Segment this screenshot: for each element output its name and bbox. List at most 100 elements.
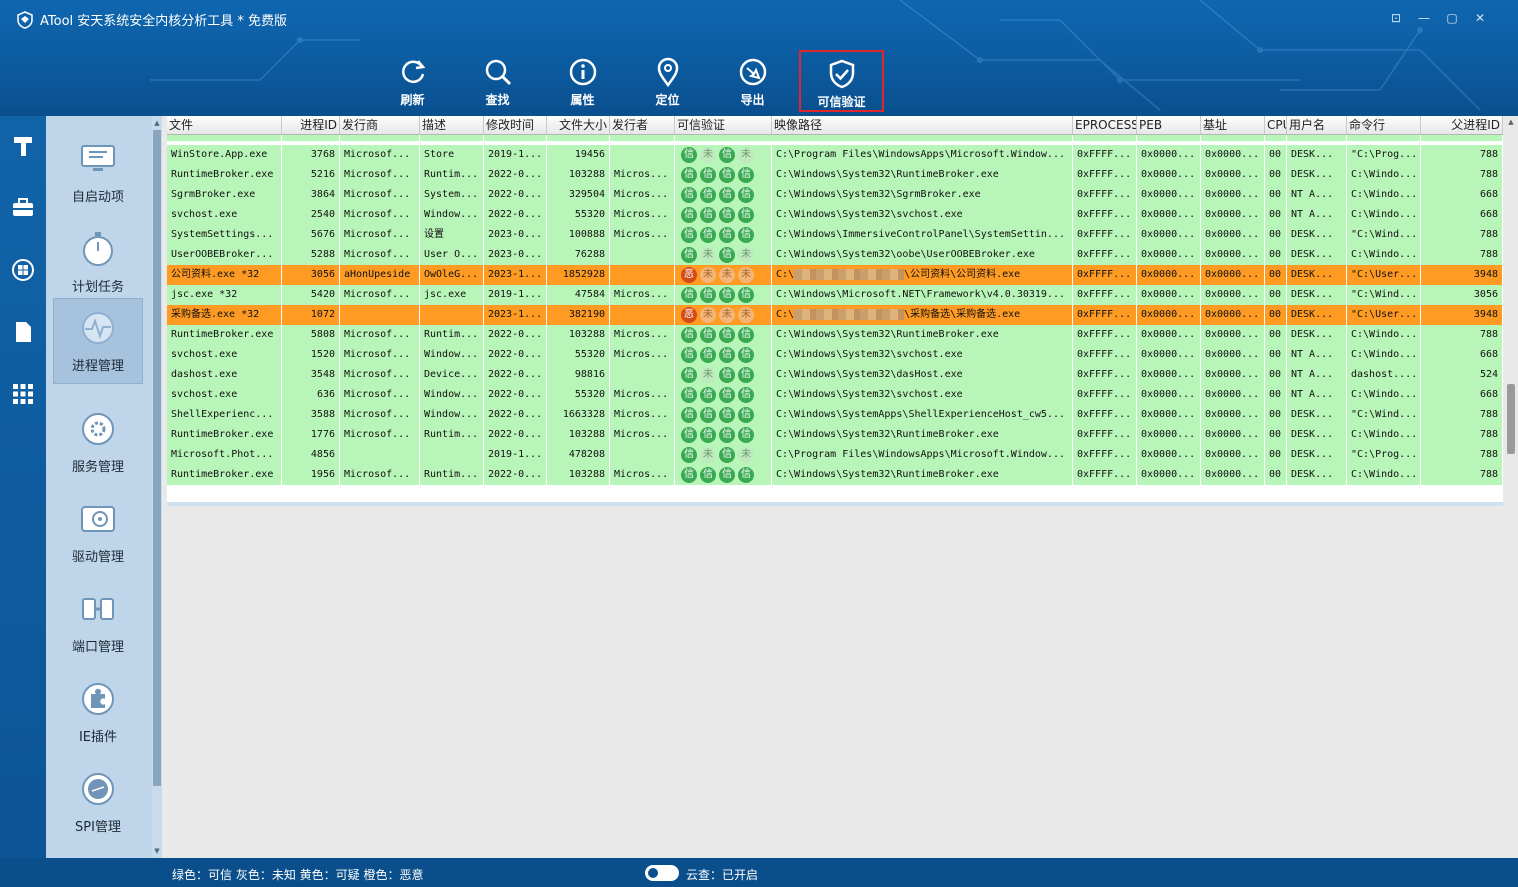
table-row[interactable]: svchost.exe 1520 Microsof... Window... 2022-… <box>167 345 1503 365</box>
table-row[interactable]: ShellExperienc... 3588 Microsof... Window..… <box>167 405 1503 425</box>
scroll-up-arrow[interactable]: ▲ <box>152 118 162 128</box>
trusted-badge-icon: 信 <box>719 347 735 363</box>
trusted-badge-icon: 信 <box>681 447 697 463</box>
table-row-partial[interactable]: ApplicationFra...554Microsof...Applic...… <box>167 135 1503 141</box>
nav-service-manager[interactable]: 服务管理 <box>53 400 143 486</box>
column-header-command-line[interactable]: 命令行 <box>1347 116 1421 134</box>
column-header-pid[interactable]: 进程ID <box>282 116 340 134</box>
table-scroll-thumb[interactable] <box>1507 384 1515 454</box>
cell-parent-pid: 524 <box>1421 365 1503 385</box>
table-row[interactable]: svchost.exe 636 Microsof... Window... 2022-0… <box>167 385 1503 405</box>
refresh-button[interactable]: 刷新 <box>370 50 455 112</box>
column-header-base-address[interactable]: 基址 <box>1201 116 1265 134</box>
cell-description: Applic... <box>420 135 484 141</box>
cell-peb: 0x0000... <box>1137 325 1201 345</box>
hammer-icon[interactable] <box>11 134 35 158</box>
nav-autostart[interactable]: 自启动项 <box>53 130 143 216</box>
app-title: ATool 安天系统安全内核分析工具 * 免费版 <box>16 10 287 29</box>
cell-base-address: 0x0000... <box>1201 285 1265 305</box>
table-row[interactable]: WinStore.App.exe 3768 Microsof... Store 2019… <box>167 145 1503 165</box>
minimize-icon[interactable]: — <box>1416 10 1432 26</box>
column-header-description[interactable]: 描述 <box>420 116 484 134</box>
table-row[interactable]: svchost.exe 2540 Microsof... Window... 2022-… <box>167 205 1503 225</box>
column-header-peb[interactable]: PEB <box>1137 116 1201 134</box>
column-header-username[interactable]: 用户名 <box>1287 116 1347 134</box>
cloud-query-toggle[interactable] <box>645 865 679 881</box>
windows-icon[interactable] <box>11 258 35 282</box>
cell-cpu: 00 <box>1265 345 1287 365</box>
cell-username: DESK... <box>1287 305 1347 325</box>
cell-base-address: 0x0000... <box>1201 385 1265 405</box>
table-row[interactable]: SgrmBroker.exe 3864 Microsof... System... 20… <box>167 185 1503 205</box>
search-button[interactable]: 查找 <box>455 50 540 112</box>
cell-image-path: C:\Windows\SystemApps\ShellExperienceHos… <box>772 405 1073 425</box>
trusted-badge-icon: 信 <box>681 387 697 403</box>
image-path-suffix: \公司资料\公司资料.exe <box>904 269 1021 280</box>
trusted-badge-icon: 信 <box>719 167 735 183</box>
table-row[interactable]: RuntimeBroker.exe 1956 Microsof... Runtim..… <box>167 465 1503 485</box>
cell-pid: 1776 <box>282 425 340 445</box>
cell-username: DESK... <box>1287 265 1347 285</box>
column-header-file[interactable]: 文件 <box>167 116 282 134</box>
column-header-trust-verify[interactable]: 可信验证 <box>675 116 772 134</box>
column-header-eprocess[interactable]: EPROCESS <box>1073 116 1137 134</box>
menu-icon[interactable]: ⊡ <box>1388 10 1404 26</box>
port-icon <box>82 598 114 620</box>
trust-verify-button[interactable]: 可信验证 <box>799 50 884 112</box>
nav-process-manager[interactable]: 进程管理 <box>53 298 143 384</box>
close-icon[interactable]: ✕ <box>1472 10 1488 26</box>
column-header-vendor[interactable]: 发行商 <box>340 116 420 134</box>
cell-peb: 0x0000... <box>1137 185 1201 205</box>
side-navigation: 自启动项 计划任务 进程管理 服务管理 驱动管理 端口管理 IE插件 SPI管理 <box>46 116 152 858</box>
apps-grid-icon[interactable] <box>11 382 35 406</box>
nav-ie-plugins[interactable]: IE插件 <box>53 670 143 756</box>
cell-file-size: 47584 <box>547 285 610 305</box>
nav-driver-manager[interactable]: 驱动管理 <box>53 490 143 576</box>
table-row[interactable]: SystemSettings... 5676 Microsof... 设置 2023-0… <box>167 225 1503 245</box>
cell-username: DESK... <box>1287 425 1347 445</box>
table-row[interactable]: 公司资料.exe *32 3056 aHonUpeside OwOleG... 2023… <box>167 265 1503 285</box>
column-header-cpu[interactable]: CPU <box>1265 116 1287 134</box>
cell-modified-time: 2022-0... <box>484 325 547 345</box>
column-header-file-size[interactable]: 文件大小 <box>547 116 610 134</box>
column-header-parent-pid[interactable]: 父进程ID <box>1421 116 1503 134</box>
column-header-modified-time[interactable]: 修改时间 <box>484 116 547 134</box>
sidebar-scroll-thumb[interactable] <box>153 130 161 786</box>
table-row[interactable]: RuntimeBroker.exe 5808 Microsof... Runtim..… <box>167 325 1503 345</box>
table-row[interactable]: 采购备选.exe *32 1072 2023-1... 382190 C:\ \采购备选\… <box>167 305 1503 325</box>
table-row[interactable]: Microsoft.Phot... 4856 2019-1... 478208 C:\P… <box>167 445 1503 465</box>
nav-spi-manager[interactable]: SPI管理 <box>53 760 143 846</box>
trusted-badge-icon: 信 <box>719 447 735 463</box>
cell-modified-time: 2023-0... <box>484 245 547 265</box>
properties-button[interactable]: 属性 <box>540 50 625 112</box>
table-row[interactable]: RuntimeBroker.exe 1776 Microsof... Runtim..… <box>167 425 1503 445</box>
document-icon[interactable] <box>11 320 35 344</box>
toolbox-icon[interactable] <box>11 196 35 220</box>
table-row[interactable]: dashost.exe 3548 Microsof... Device... 2022-… <box>167 365 1503 385</box>
table-header: 文件 进程ID 发行商 描述 修改时间 文件大小 发行者 可信验证 映像路径 EPROCESS PE… <box>167 116 1503 135</box>
trusted-badge-icon: 信 <box>738 367 754 383</box>
nav-port-manager[interactable]: 端口管理 <box>53 580 143 666</box>
cell-pid: 554 <box>282 135 340 141</box>
cell-base-address: 0x0000... <box>1201 145 1265 165</box>
nav-scheduled-tasks[interactable]: 计划任务 <box>53 220 143 306</box>
scroll-down-arrow[interactable]: ▼ <box>152 846 162 856</box>
cell-cpu: 00 <box>1265 205 1287 225</box>
locate-button[interactable]: 定位 <box>625 50 710 112</box>
cell-username: DESK... <box>1287 145 1347 165</box>
cell-vendor: Microsof... <box>340 285 420 305</box>
maximize-icon[interactable]: ▢ <box>1444 10 1460 26</box>
table-scrollbar[interactable]: ▲ <box>1504 116 1518 858</box>
export-label: 导出 <box>740 93 765 107</box>
table-scroll-up-arrow[interactable]: ▲ <box>1504 118 1518 126</box>
cell-trust-verify: 信未信未 <box>675 445 772 465</box>
export-button[interactable]: 导出 <box>710 50 795 112</box>
table-row[interactable]: UserOOBEBroker... 5288 Microsof... User O..… <box>167 245 1503 265</box>
table-row[interactable]: jsc.exe *32 5420 Microsof... jsc.exe 2019-1.… <box>167 285 1503 305</box>
column-header-publisher[interactable]: 发行者 <box>610 116 675 134</box>
cell-modified-time: 2023-1... <box>484 305 547 325</box>
column-header-image-path[interactable]: 映像路径 <box>772 116 1073 134</box>
table-row[interactable]: RuntimeBroker.exe 5216 Microsof... Runtim..… <box>167 165 1503 185</box>
sidebar-scrollbar[interactable]: ▲ ▼ <box>152 116 162 858</box>
cell-eprocess: 0xFFFF... <box>1073 425 1137 445</box>
